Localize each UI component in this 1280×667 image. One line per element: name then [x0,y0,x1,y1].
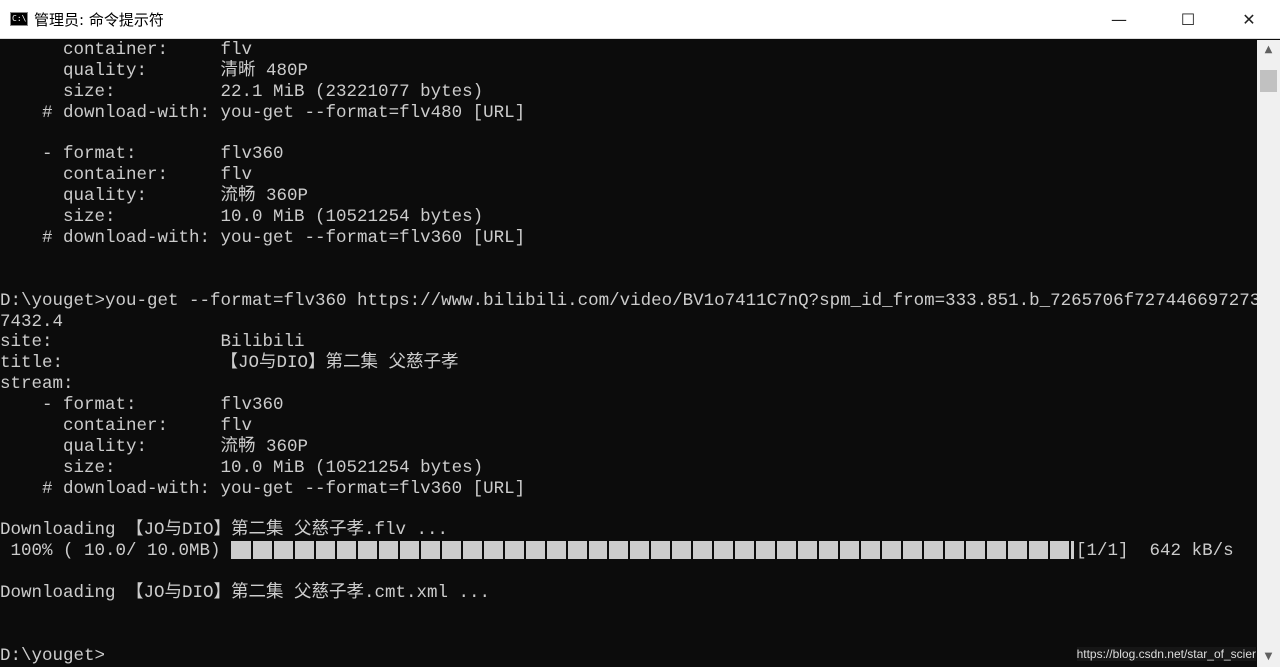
title-bar[interactable]: C:\ 管理员: 命令提示符 — ☐ ✕ [0,0,1280,39]
progress-block [1049,540,1069,559]
console-line: # download-with: you-get --format=flv360… [0,228,526,249]
progress-suffix: [1/1] 642 kB/s [1076,541,1234,562]
console-line: # download-with: you-get --format=flv360… [0,478,526,499]
console-line: container: flv [0,40,253,60]
console-line: D:\youget> [0,645,106,666]
progress-block [336,540,356,559]
progress-block [861,540,881,559]
progress-block [378,540,398,559]
console-line: site: Bilibili [0,332,305,353]
progress-block [525,540,545,559]
progress-block [714,540,734,559]
progress-block [567,540,587,559]
progress-block [588,540,608,559]
progress-block [1028,540,1048,559]
console-line: stream: [0,374,74,395]
progress-block [882,540,902,559]
progress-block [630,540,650,559]
progress-block [315,540,335,559]
console-line: - format: flv360 [0,395,284,416]
progress-block [546,540,566,559]
console-line: container: flv [0,165,253,186]
progress-block [903,540,923,559]
progress-block [693,540,713,559]
progress-block [798,540,818,559]
progress-bar-end [1071,540,1075,559]
scroll-down-arrow-icon[interactable]: ▼ [1257,647,1280,667]
close-button[interactable]: ✕ [1226,0,1272,39]
console-output[interactable]: container: flv quality: 清晰 480P size: 22… [0,40,1257,667]
progress-block [232,540,252,559]
console-line: quality: 流畅 360P [0,436,309,457]
console-line: Downloading 【JO与DIO】第二集 父慈子孝.flv ... [0,520,449,541]
console-line: Downloading 【JO与DIO】第二集 父慈子孝.cmt.xml ... [0,583,491,604]
console-line: size: 10.0 MiB (10521254 bytes) [0,207,484,228]
progress-block [462,540,482,559]
console-line: quality: 流畅 360P [0,186,309,207]
progress-block [1007,540,1027,559]
vertical-scrollbar[interactable]: ▲ ▼ [1257,40,1280,667]
console-line: D:\youget>you-get --format=flv360 https:… [0,290,1257,311]
progress-block [357,540,377,559]
window-title: 管理员: 命令提示符 [34,11,164,29]
progress-block [944,540,964,559]
progress-block [986,540,1006,559]
console-line: container: flv [0,416,253,437]
progress-block [735,540,755,559]
progress-block [672,540,692,559]
minimize-button[interactable]: — [1096,0,1142,39]
console-line: title: 【JO与DIO】第二集 父慈子孝 [0,353,459,374]
progress-block [253,540,272,559]
console-line: quality: 清晰 480P [0,60,309,81]
progress-block [777,540,797,559]
progress-block [924,540,943,559]
progress-block [819,540,839,559]
progress-block [399,540,419,559]
console-line: size: 22.1 MiB (23221077 bytes) [0,81,484,102]
console-line: size: 10.0 MiB (10521254 bytes) [0,457,484,478]
progress-block [609,540,629,559]
progress-block [420,540,440,559]
watermark: https://blog.csdn.net/star_of_scier [1076,647,1256,661]
progress-block [504,540,524,559]
console-line: # download-with: you-get --format=flv480… [0,102,526,123]
progress-block [294,540,314,559]
progress-line: 100% ( 10.0/ 10.0MB) [1/1] 642 kB/s [0,540,1257,562]
progress-block [441,540,461,559]
progress-block [273,540,293,559]
scroll-up-arrow-icon[interactable]: ▲ [1257,40,1280,60]
console-line: - format: flv360 [0,144,284,165]
scrollbar-thumb[interactable] [1260,70,1277,92]
console-line: 7432.4 [0,311,64,332]
progress-prefix: 100% ( 10.0/ 10.0MB) [0,541,232,562]
progress-block [840,540,860,559]
progress-block [483,540,503,559]
progress-block [965,540,985,559]
progress-block [756,540,776,559]
progress-bar [231,540,1069,559]
maximize-button[interactable]: ☐ [1165,0,1211,39]
progress-block [651,540,671,559]
cmd-icon: C:\ [10,12,28,26]
